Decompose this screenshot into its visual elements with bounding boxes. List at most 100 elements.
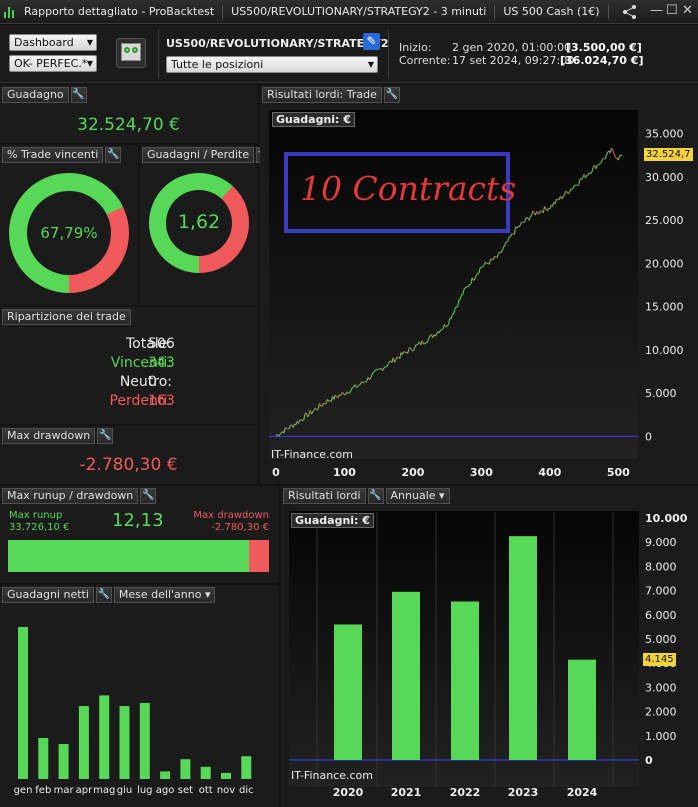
equity-line-segment <box>612 150 615 155</box>
equity-line-segment <box>387 361 390 365</box>
equity-ytick: 25.000 <box>645 214 684 227</box>
equity-line-segment <box>496 253 499 258</box>
share-icon[interactable] <box>622 4 638 19</box>
max-drawdown-panel: Max drawdown 🔧 -2.780,30 € <box>0 426 257 484</box>
equity-line-segment <box>352 386 354 389</box>
max-drawdown-title: Max drawdown <box>2 428 96 444</box>
equity-line-segment <box>462 288 465 295</box>
annual-ytick: 6.000 <box>645 609 677 622</box>
start-date: 2 gen 2020, 01:00:00 <box>452 41 572 54</box>
monthly-xtick: apr <box>76 785 93 796</box>
view-select-value: Dashboard <box>14 36 74 49</box>
chevron-down-icon: ▼ <box>86 59 93 68</box>
equity-line-segment <box>307 414 310 418</box>
monthly-bar-feb <box>38 737 49 779</box>
equity-line-segment <box>457 299 460 307</box>
edit-icon[interactable]: ✎ <box>363 33 380 50</box>
winning-trades-value: 67,79% <box>40 224 98 242</box>
annual-ytick: 2.000 <box>645 706 677 719</box>
equity-line-segment <box>473 278 476 281</box>
strategy-editor-icon[interactable] <box>116 38 146 68</box>
equity-line-segment <box>490 258 493 260</box>
equity-line-segment <box>470 277 473 285</box>
annual-chart: 01.0002.0003.0004.0005.0006.0007.0008.00… <box>289 512 688 799</box>
annual-xtick: 2024 <box>567 786 598 799</box>
equity-line-segment <box>492 256 496 260</box>
equity-line-segment <box>362 381 365 384</box>
equity-line-segment <box>413 345 417 350</box>
equity-xtick: 100 <box>333 466 356 479</box>
monthly-bar-set <box>180 759 191 779</box>
equity-line-segment <box>412 349 415 352</box>
equity-line-segment <box>361 381 364 384</box>
equity-line-segment <box>409 347 413 351</box>
annual-last-value-tag: 4.145 <box>643 652 676 666</box>
annual-ytick: 7.000 <box>645 585 677 598</box>
annual-xtick: 2021 <box>391 786 422 799</box>
equity-line-segment <box>475 273 478 277</box>
equity-line-segment <box>382 367 385 371</box>
monthly-chart: gen feb mar apr mag giu lug ago set ott nov dic <box>14 627 254 796</box>
annual-xtick: 2023 <box>508 786 539 799</box>
equity-line-segment <box>598 163 601 166</box>
equity-ytick: 15.000 <box>645 301 684 314</box>
equity-line-segment <box>562 194 565 198</box>
equity-ytick: 5.000 <box>645 387 677 400</box>
wrench-icon[interactable]: 🔧 <box>105 147 122 163</box>
runup-drawdown-value: -2.780,30 € <box>211 522 269 533</box>
equity-line-segment <box>600 158 603 164</box>
equity-line-segment <box>407 348 410 354</box>
equity-line-segment <box>421 340 424 344</box>
equity-line-segment <box>325 399 328 405</box>
maximize-icon[interactable]: ☐ <box>666 4 678 18</box>
equity-line-segment <box>509 233 513 238</box>
monthly-bar-mag <box>99 695 110 779</box>
equity-line-segment <box>581 177 584 180</box>
equity-line-segment <box>479 266 482 269</box>
equity-line-segment <box>446 324 449 327</box>
equity-line-segment <box>519 223 522 227</box>
equity-line-segment <box>428 335 431 339</box>
monthly-xtick: giu <box>117 785 132 796</box>
window-instrument: US 500 Cash (1€) <box>495 4 609 19</box>
close-icon[interactable]: ✕ <box>682 4 693 18</box>
winning-trades-donut: 67,79% <box>9 173 129 293</box>
equity-line-segment <box>438 329 442 334</box>
equity-line-segment <box>540 210 543 212</box>
wrench-icon[interactable]: 🔧 <box>140 488 157 504</box>
equity-line-segment <box>459 294 463 300</box>
monthly-xtick: feb <box>35 785 51 796</box>
equity-line-segment <box>591 166 594 173</box>
equity-line-segment <box>401 351 405 355</box>
equity-line-segment <box>464 287 466 289</box>
equity-line-segment <box>394 359 397 363</box>
profit-loss-value: 1,62 <box>177 211 221 233</box>
monthly-xtick: dic <box>239 785 254 796</box>
equity-line-segment <box>344 393 347 396</box>
equity-line-segment <box>578 178 581 185</box>
equity-line-segment <box>317 403 320 410</box>
positions-select[interactable]: Tutte le posizioni ▼ <box>166 56 378 73</box>
profit-loss-panel: Guadagni / Perdite🔧 1,62 <box>140 145 273 305</box>
equity-line-segment <box>292 424 295 428</box>
equity-line-segment <box>504 241 507 245</box>
equity-line-segment <box>399 352 402 359</box>
equity-line-segment <box>595 164 598 170</box>
chevron-down-icon: ▼ <box>86 38 93 47</box>
equity-line-segment <box>609 148 612 154</box>
wrench-icon[interactable]: 🔧 <box>70 87 87 103</box>
equity-last-value-tag: 32.524,7 <box>644 148 693 162</box>
equity-line-segment <box>355 385 358 388</box>
wrench-icon[interactable]: 🔧 <box>97 428 114 444</box>
view-select[interactable]: Dashboard ▼ <box>9 34 97 51</box>
equity-line-segment <box>426 338 430 343</box>
equity-line-segment <box>500 250 503 254</box>
equity-line-segment <box>556 198 558 201</box>
equity-line-segment <box>283 427 286 434</box>
equity-line-segment <box>484 261 488 264</box>
minimize-icon[interactable]: — <box>650 4 663 18</box>
equity-line-segment <box>312 409 315 412</box>
equity-line-segment <box>386 364 389 368</box>
system-select[interactable]: OK- PERFEC.* ▼ <box>9 55 97 72</box>
equity-xtick: 400 <box>538 466 561 479</box>
